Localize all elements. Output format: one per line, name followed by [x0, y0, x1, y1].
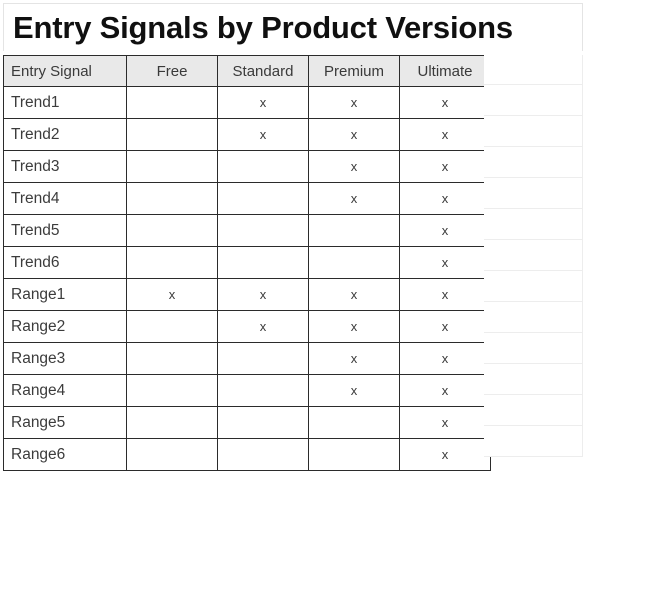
- row-label: Range3: [3, 342, 127, 375]
- cell-ultimate: x: [399, 374, 491, 407]
- cell-free: [126, 246, 218, 279]
- cell-standard: [217, 406, 309, 439]
- table-row: Trend6 x: [3, 246, 491, 279]
- table-body: Trend1 x x x Trend2 x x x Trend3 x x Tre…: [3, 86, 491, 471]
- row-label: Range5: [3, 406, 127, 439]
- cell-standard: x: [217, 310, 309, 343]
- cell-free: [126, 214, 218, 247]
- table-row: Trend4 x x: [3, 182, 491, 215]
- row-label: Range6: [3, 438, 127, 471]
- empty-cell: [484, 147, 582, 178]
- cell-ultimate: x: [399, 86, 491, 119]
- cell-premium: [308, 246, 400, 279]
- cell-ultimate: x: [399, 438, 491, 471]
- table-row: Range6 x: [3, 438, 491, 471]
- entry-signals-table-container: Entry Signal Free Standard Premium Ultim…: [3, 55, 491, 471]
- cell-premium: x: [308, 118, 400, 151]
- cell-premium: [308, 406, 400, 439]
- cell-premium: x: [308, 310, 400, 343]
- empty-cell: [484, 55, 582, 85]
- cell-premium: x: [308, 278, 400, 311]
- cell-standard: x: [217, 278, 309, 311]
- cell-premium: x: [308, 182, 400, 215]
- table-row: Trend5 x: [3, 214, 491, 247]
- cell-premium: x: [308, 342, 400, 375]
- row-label: Trend5: [3, 214, 127, 247]
- cell-ultimate: x: [399, 214, 491, 247]
- cell-free: [126, 374, 218, 407]
- cell-ultimate: x: [399, 406, 491, 439]
- empty-cell: [484, 209, 582, 240]
- cell-ultimate: x: [399, 150, 491, 183]
- title-banner: Entry Signals by Product Versions: [3, 3, 583, 51]
- table-header-row: Entry Signal Free Standard Premium Ultim…: [3, 55, 491, 87]
- empty-cell: [484, 302, 582, 333]
- empty-spreadsheet-column: [484, 55, 583, 457]
- cell-free: [126, 150, 218, 183]
- empty-cell: [484, 271, 582, 302]
- empty-cell: [484, 426, 582, 457]
- cell-standard: [217, 214, 309, 247]
- table-header: Entry Signal Free Standard Premium Ultim…: [3, 55, 491, 87]
- cell-free: [126, 118, 218, 151]
- empty-cell: [484, 395, 582, 426]
- table-row: Range4 x x: [3, 374, 491, 407]
- cell-premium: x: [308, 150, 400, 183]
- row-label: Trend6: [3, 246, 127, 279]
- table-row: Trend1 x x x: [3, 86, 491, 119]
- empty-cell: [484, 116, 582, 147]
- row-label: Trend3: [3, 150, 127, 183]
- cell-standard: x: [217, 118, 309, 151]
- row-label: Range1: [3, 278, 127, 311]
- cell-ultimate: x: [399, 342, 491, 375]
- page-title: Entry Signals by Product Versions: [13, 10, 513, 45]
- cell-free: [126, 86, 218, 119]
- cell-premium: [308, 438, 400, 471]
- table-row: Range5 x: [3, 406, 491, 439]
- cell-ultimate: x: [399, 310, 491, 343]
- cell-free: [126, 182, 218, 215]
- row-label: Trend1: [3, 86, 127, 119]
- table-row: Range1 x x x x: [3, 278, 491, 311]
- empty-cell: [484, 85, 582, 116]
- cell-standard: [217, 374, 309, 407]
- column-header-standard[interactable]: Standard: [217, 55, 309, 87]
- cell-premium: [308, 214, 400, 247]
- entry-signals-table: Entry Signal Free Standard Premium Ultim…: [3, 55, 491, 471]
- cell-free: [126, 438, 218, 471]
- column-header-free[interactable]: Free: [126, 55, 218, 87]
- cell-ultimate: x: [399, 246, 491, 279]
- cell-free: [126, 310, 218, 343]
- cell-standard: [217, 182, 309, 215]
- cell-standard: x: [217, 86, 309, 119]
- row-label: Trend4: [3, 182, 127, 215]
- table-row: Trend2 x x x: [3, 118, 491, 151]
- column-header-premium[interactable]: Premium: [308, 55, 400, 87]
- cell-premium: x: [308, 374, 400, 407]
- table-row: Range3 x x: [3, 342, 491, 375]
- empty-cell: [484, 333, 582, 364]
- cell-standard: [217, 342, 309, 375]
- cell-standard: [217, 438, 309, 471]
- row-label: Trend2: [3, 118, 127, 151]
- cell-standard: [217, 246, 309, 279]
- table-row: Range2 x x x: [3, 310, 491, 343]
- row-label: Range2: [3, 310, 127, 343]
- cell-ultimate: x: [399, 118, 491, 151]
- cell-free: [126, 406, 218, 439]
- row-label: Range4: [3, 374, 127, 407]
- empty-cell: [484, 364, 582, 395]
- cell-free: [126, 342, 218, 375]
- column-header-entry-signal[interactable]: Entry Signal: [3, 55, 127, 87]
- spreadsheet-canvas: Entry Signals by Product Versions Entry …: [0, 0, 661, 600]
- cell-ultimate: x: [399, 182, 491, 215]
- cell-premium: x: [308, 86, 400, 119]
- cell-free: x: [126, 278, 218, 311]
- table-row: Trend3 x x: [3, 150, 491, 183]
- cell-ultimate: x: [399, 278, 491, 311]
- empty-cell: [484, 178, 582, 209]
- cell-standard: [217, 150, 309, 183]
- empty-cell: [484, 240, 582, 271]
- column-header-ultimate[interactable]: Ultimate: [399, 55, 491, 87]
